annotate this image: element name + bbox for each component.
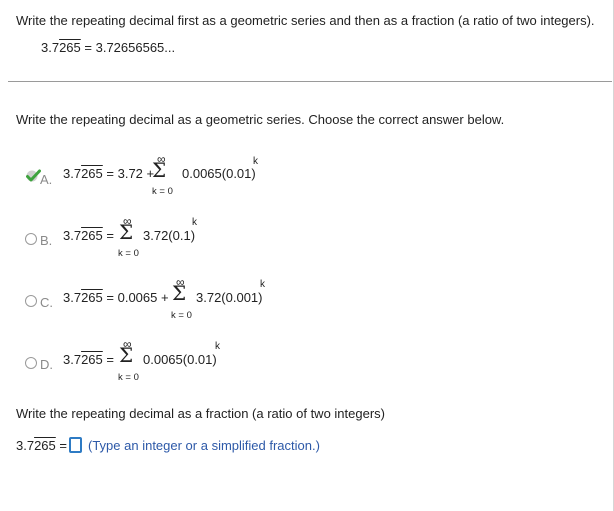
option-c-lhs-repeat: 265 <box>81 290 103 305</box>
part1-prompt: Write the repeating decimal as a geometr… <box>16 112 505 127</box>
option-c-equation: 3.7265 = 0.0065 + <box>63 290 169 305</box>
given-decimal-repeat: 265 <box>59 40 81 55</box>
option-b-middle: = <box>102 228 114 243</box>
option-a-exponent: k <box>253 156 258 167</box>
option-c-term: 3.72(0.001) <box>196 290 263 305</box>
option-a-sum-symbol: Σ <box>152 158 167 182</box>
option-a-middle: = 3.72 + <box>102 166 155 181</box>
question-page: Write the repeating decimal first as a g… <box>0 0 614 511</box>
option-d-sum-lower: k = 0 <box>118 372 139 383</box>
given-decimal: 3.7265 = 3.72656565... <box>41 40 175 55</box>
section-divider <box>8 81 612 82</box>
fraction-answer-input[interactable] <box>69 437 82 453</box>
given-decimal-tail: = 3.72656565... <box>80 40 176 55</box>
part2-equation: 3.7265 = <box>16 438 67 453</box>
option-a-letter: A. <box>40 172 53 187</box>
option-d-middle: = <box>102 352 114 367</box>
part2-lhs-lead: 3.7 <box>16 438 35 453</box>
option-a-lhs-lead: 3.7 <box>63 166 82 181</box>
option-b-exponent: k <box>192 217 197 228</box>
option-d-radio[interactable] <box>25 357 37 369</box>
given-decimal-lead: 3.7 <box>41 40 60 55</box>
answer-format-hint: (Type an integer or a simplified fractio… <box>88 438 320 453</box>
problem-instruction: Write the repeating decimal first as a g… <box>16 13 595 28</box>
option-b-letter: B. <box>40 233 53 248</box>
option-b-radio[interactable] <box>25 233 37 245</box>
option-b-sum-lower: k = 0 <box>118 248 139 259</box>
option-a-term: 0.0065(0.01) <box>182 166 256 181</box>
part2-equals: = <box>55 438 67 453</box>
option-a-sum-lower: k = 0 <box>152 186 173 197</box>
option-d-lhs-repeat: 265 <box>81 352 103 367</box>
option-b-term: 3.72(0.1) <box>143 228 196 243</box>
part2-prompt: Write the repeating decimal as a fractio… <box>16 406 385 421</box>
option-b-lhs-repeat: 265 <box>81 228 103 243</box>
option-d-equation: 3.7265 = <box>63 352 114 367</box>
option-d-lhs-lead: 3.7 <box>63 352 82 367</box>
option-d-sum-symbol: Σ <box>119 343 134 367</box>
option-b-lhs-lead: 3.7 <box>63 228 82 243</box>
option-c-lhs-lead: 3.7 <box>63 290 82 305</box>
option-d-letter: D. <box>40 357 53 372</box>
option-b-sum-symbol: Σ <box>119 220 134 244</box>
option-c-exponent: k <box>260 279 265 290</box>
option-a-equation: 3.7265 = 3.72 + <box>63 166 154 181</box>
option-a-lhs-repeat: 265 <box>81 166 103 181</box>
option-d-term: 0.0065(0.01) <box>143 352 217 367</box>
option-c-middle: = 0.0065 + <box>102 290 169 305</box>
option-c-letter: C. <box>40 295 53 310</box>
option-c-radio[interactable] <box>25 295 37 307</box>
option-c-sum-symbol: Σ <box>172 281 187 305</box>
option-d-exponent: k <box>215 341 220 352</box>
part2-lhs-repeat: 265 <box>34 438 56 453</box>
option-b-equation: 3.7265 = <box>63 228 114 243</box>
option-c-sum-lower: k = 0 <box>171 310 192 321</box>
correct-check-icon <box>26 169 41 182</box>
